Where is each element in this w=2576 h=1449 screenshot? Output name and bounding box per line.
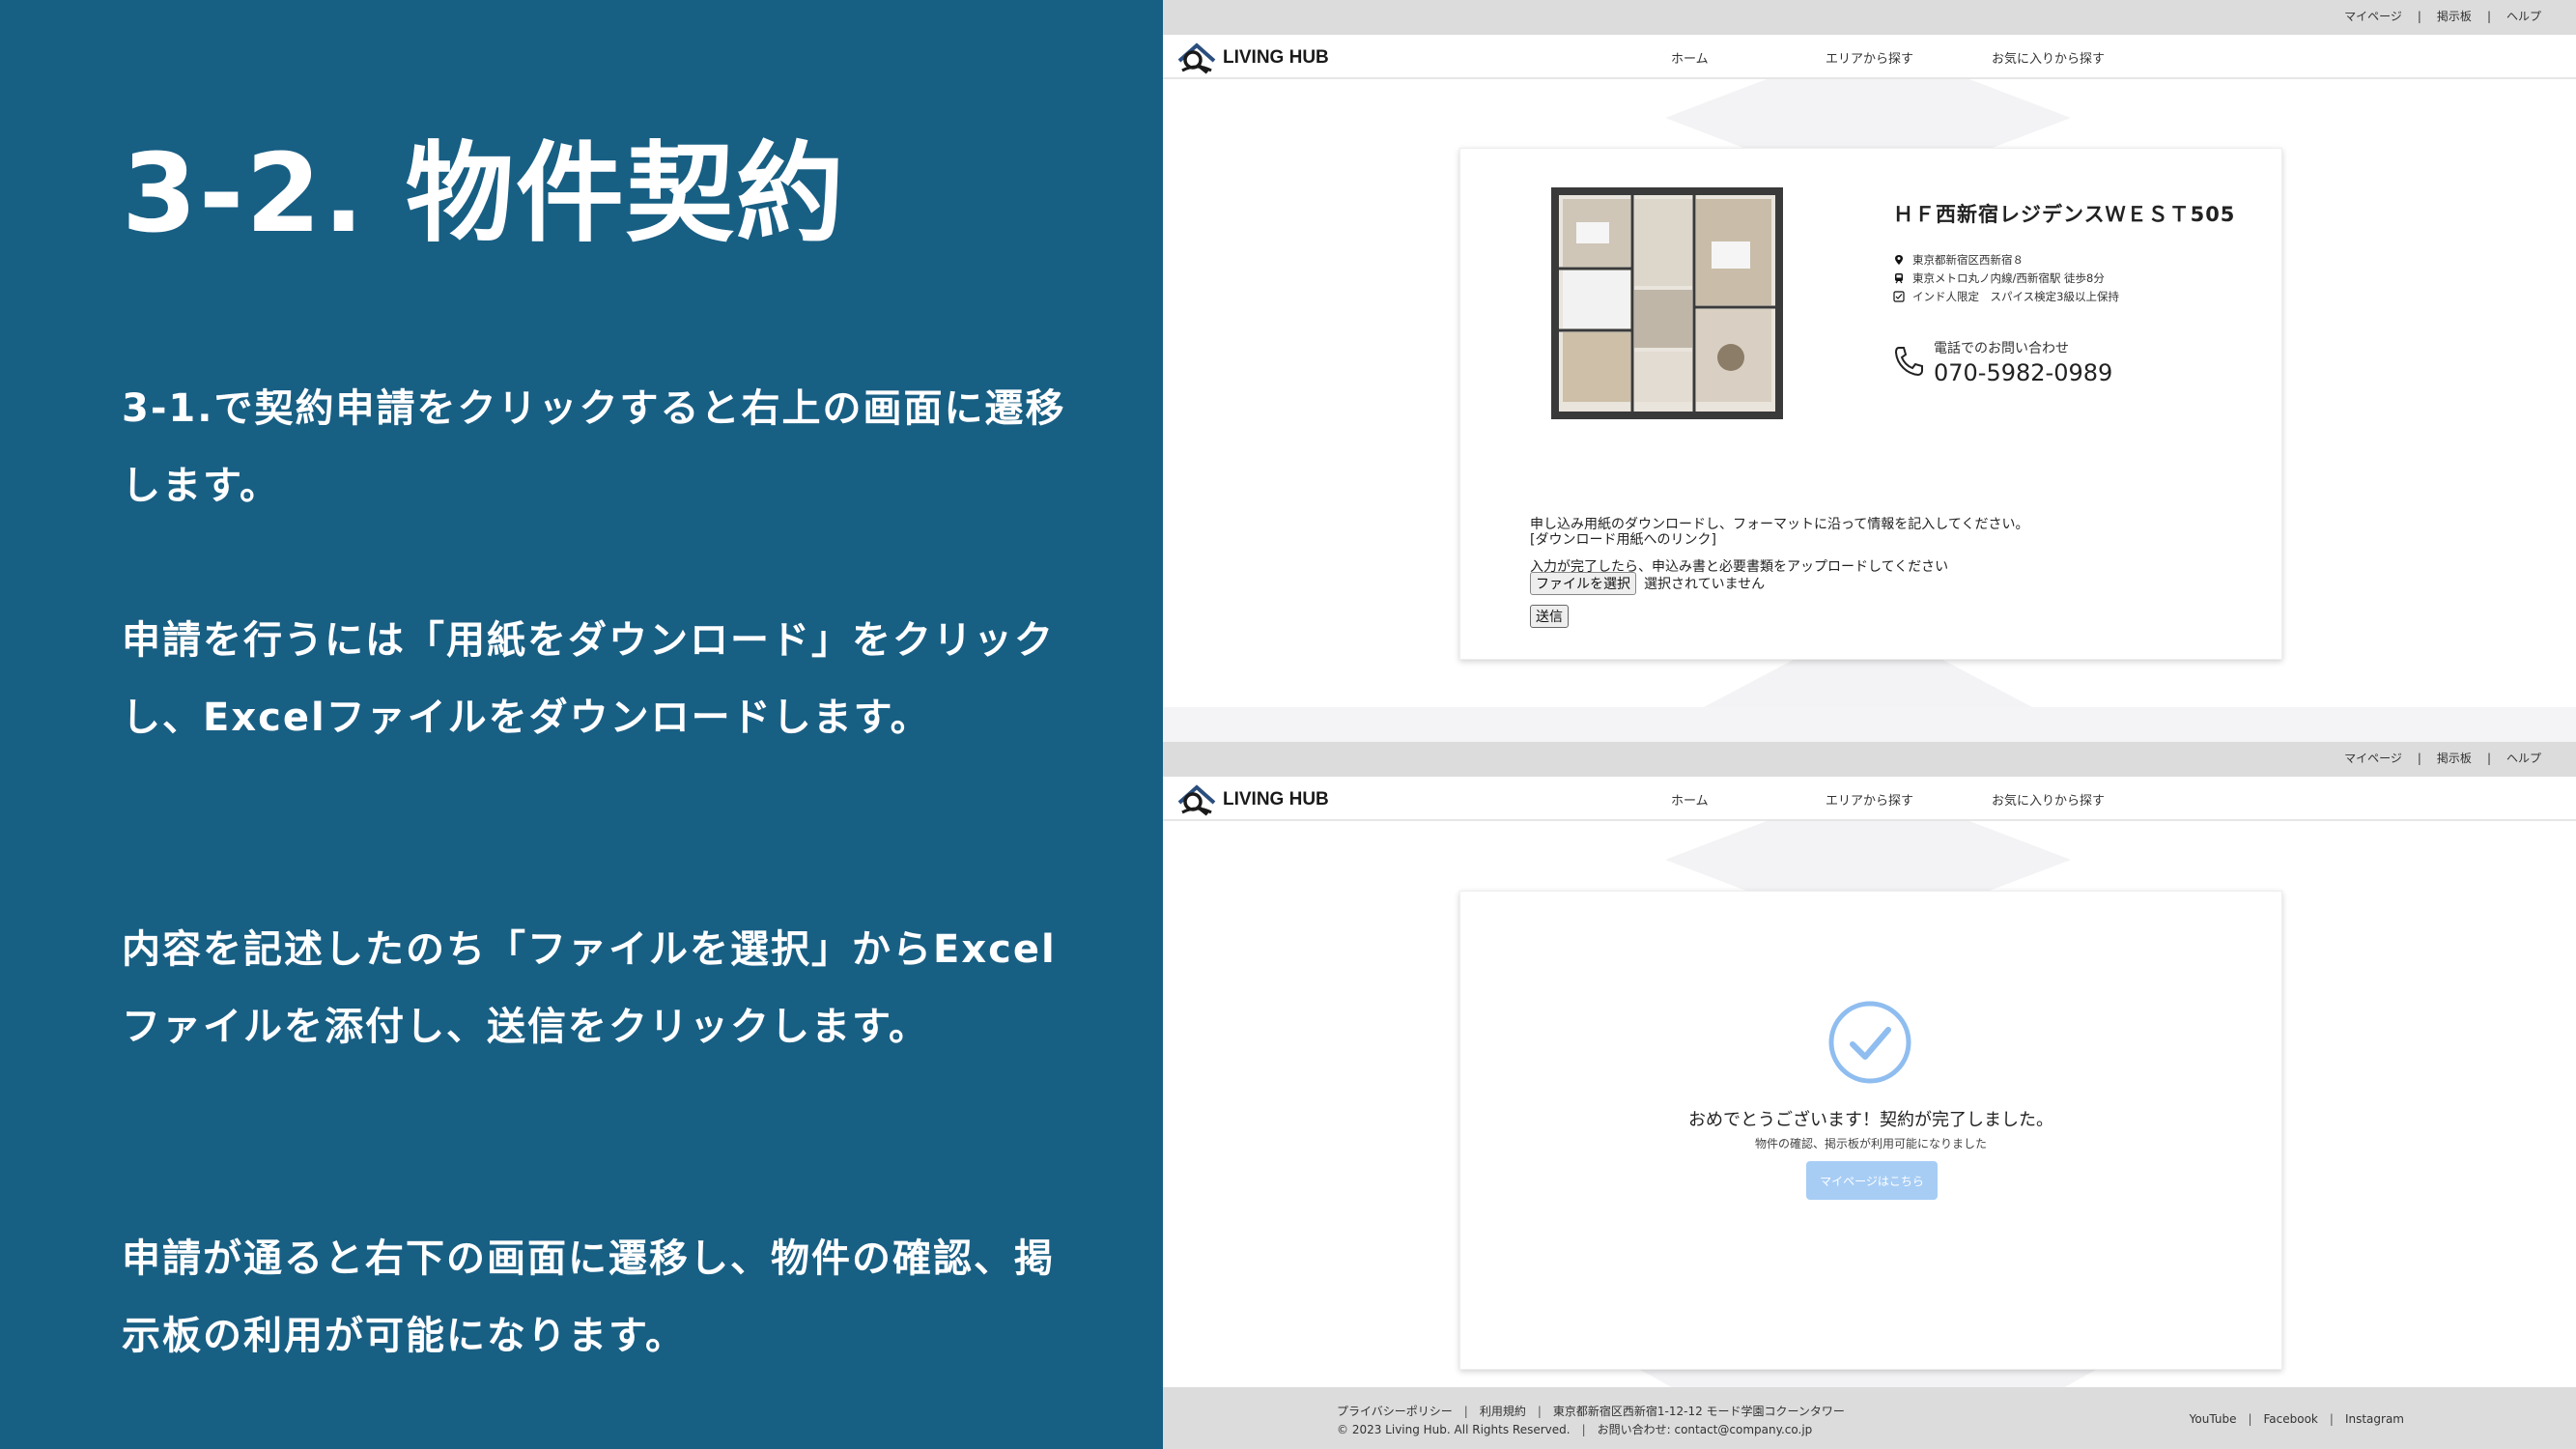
property-name: ＨＦ西新宿レジデンスＷＥＳＴ505: [1893, 203, 2236, 226]
completion-message: おめでとうございます！契約が完了しました。: [1688, 1110, 2053, 1130]
contract-complete-screen: マイページ | 掲示板 | ヘルプ LIVING HUB ホーム エリアから探す お気に…: [1163, 742, 2576, 1449]
social-links: YouTube | Facebook | Instagram: [2189, 1412, 2404, 1426]
instagram-link[interactable]: Instagram: [2345, 1412, 2404, 1426]
checkbox-icon: [1893, 291, 1905, 302]
submit-button[interactable]: 送信: [1530, 605, 1569, 628]
footer-address: 東京都新宿区西新宿1-12-12 モード学園コクーンタワー: [1552, 1405, 1845, 1418]
phone-icon: [1894, 347, 1923, 377]
footer-copyright-row: © 2023 Living Hub. All Rights Reserved. |…: [1337, 1423, 1813, 1436]
help-link[interactable]: ヘルプ: [2506, 10, 2541, 23]
nav-area-search[interactable]: エリアから探す: [1826, 48, 1913, 67]
file-select-button[interactable]: ファイルを選択: [1530, 572, 1636, 595]
nav-area-search[interactable]: エリアから探す: [1826, 790, 1913, 809]
slide-paragraph-1: 3-1.で契約申請をクリックすると右上の画面に遷移します。: [122, 386, 1066, 508]
board-link[interactable]: 掲示板: [2437, 10, 2472, 23]
property-address: 東京都新宿区西新宿８: [1912, 253, 2024, 267]
conditions-row: インド人限定 スパイス検定3級以上保持: [1893, 289, 2119, 304]
floor-plan-image: [1551, 187, 1783, 419]
separator: |: [2486, 10, 2491, 23]
property-card: ＨＦ西新宿レジデンスＷＥＳＴ505 東京都新宿区西新宿８ 東京メトロ丸ノ内線/西…: [1459, 148, 2282, 660]
facebook-link[interactable]: Facebook: [2264, 1412, 2318, 1426]
nav-home[interactable]: ホーム: [1671, 790, 1709, 809]
mypage-button[interactable]: マイページはこちら: [1806, 1161, 1938, 1200]
slide-title: 3-2. 物件契約: [122, 131, 846, 257]
phone-label: 電話でのお問い合わせ: [1934, 341, 2069, 356]
train-icon: [1895, 273, 1903, 284]
screen-divider: [1163, 707, 2576, 742]
address-row: 東京都新宿区西新宿８: [1893, 252, 2024, 268]
living-hub-logo: [1177, 784, 1216, 816]
site-logo[interactable]: LIVING HUB: [1176, 41, 1329, 75]
youtube-link[interactable]: YouTube: [2190, 1412, 2237, 1426]
logo-text: LIVING HUB: [1223, 47, 1329, 68]
site-footer: プライバシーポリシー | 利用規約 | 東京都新宿区西新宿1-12-12 モード学園コク…: [1163, 1387, 2576, 1449]
location-pin-icon: [1895, 255, 1903, 265]
mypage-link[interactable]: マイページ: [2344, 10, 2402, 23]
logo-text: LIVING HUB: [1223, 789, 1329, 810]
top-utility-bar: マイページ | 掲示板 | ヘルプ: [1163, 0, 2576, 35]
completion-sub-message: 物件の確認、掲示板が利用可能になりました: [1754, 1137, 1987, 1151]
footer-links-row: プライバシーポリシー | 利用規約 | 東京都新宿区西新宿1-12-12 モード学園コク…: [1337, 1405, 1845, 1418]
download-form-link[interactable]: [ダウンロード用紙へのリンク]: [1530, 529, 1716, 549]
site-logo[interactable]: LIVING HUB: [1176, 782, 1329, 817]
slide-paragraph-4: 申請が通ると右下の画面に遷移し、物件の確認、掲示板の利用が可能になります。: [122, 1236, 1055, 1358]
help-link[interactable]: ヘルプ: [2506, 752, 2541, 765]
privacy-policy-link[interactable]: プライバシーポリシー: [1337, 1405, 1453, 1418]
site-header: LIVING HUB ホーム エリアから探す お気に入りから探す: [1163, 777, 2576, 821]
site-header: LIVING HUB ホーム エリアから探す お気に入りから探す: [1163, 35, 2576, 79]
phone-number[interactable]: 070-5982-0989: [1934, 359, 2112, 386]
contract-application-screen: マイページ | 掲示板 | ヘルプ LIVING HUB ホーム エリアから探す お気に…: [1163, 0, 2576, 707]
slide-left-panel: 3-2. 物件契約 3-1.で契約申請をクリックすると右上の画面に遷移します。 …: [0, 0, 1163, 1449]
property-station: 東京メトロ丸ノ内線/西新宿駅 徒歩8分: [1912, 271, 2105, 285]
file-select-status: 選択されていません: [1644, 577, 1766, 592]
check-circle-icon: [1828, 1001, 1911, 1084]
mypage-link[interactable]: マイページ: [2344, 752, 2402, 765]
nav-favorites-search[interactable]: お気に入りから探す: [1992, 790, 2105, 809]
top-utility-bar: マイページ | 掲示板 | ヘルプ: [1163, 742, 2576, 777]
separator: |: [2486, 752, 2491, 765]
station-row: 東京メトロ丸ノ内線/西新宿駅 徒歩8分: [1893, 270, 2105, 286]
separator: |: [2417, 752, 2421, 765]
copyright: © 2023 Living Hub. All Rights Reserved.: [1337, 1423, 1571, 1436]
nav-home[interactable]: ホーム: [1671, 48, 1709, 67]
slide-paragraph-3: 内容を記述したのち「ファイルを選択」からExcelファイルを添付し、送信をクリッ…: [122, 927, 1057, 1049]
property-conditions: インド人限定 スパイス検定3級以上保持: [1912, 290, 2119, 303]
terms-link[interactable]: 利用規約: [1480, 1405, 1526, 1418]
living-hub-logo: [1177, 43, 1216, 74]
separator: |: [2417, 10, 2421, 23]
board-link[interactable]: 掲示板: [2437, 752, 2472, 765]
nav-favorites-search[interactable]: お気に入りから探す: [1992, 48, 2105, 67]
contact-email[interactable]: お問い合わせ: contact@company.co.jp: [1598, 1423, 1813, 1436]
completion-card: おめでとうございます！契約が完了しました。 物件の確認、掲示板が利用可能になりま…: [1459, 891, 2282, 1370]
slide-paragraph-2: 申請を行うには「用紙をダウンロード」をクリックし、Excelファイルをダウンロー…: [122, 618, 1055, 740]
